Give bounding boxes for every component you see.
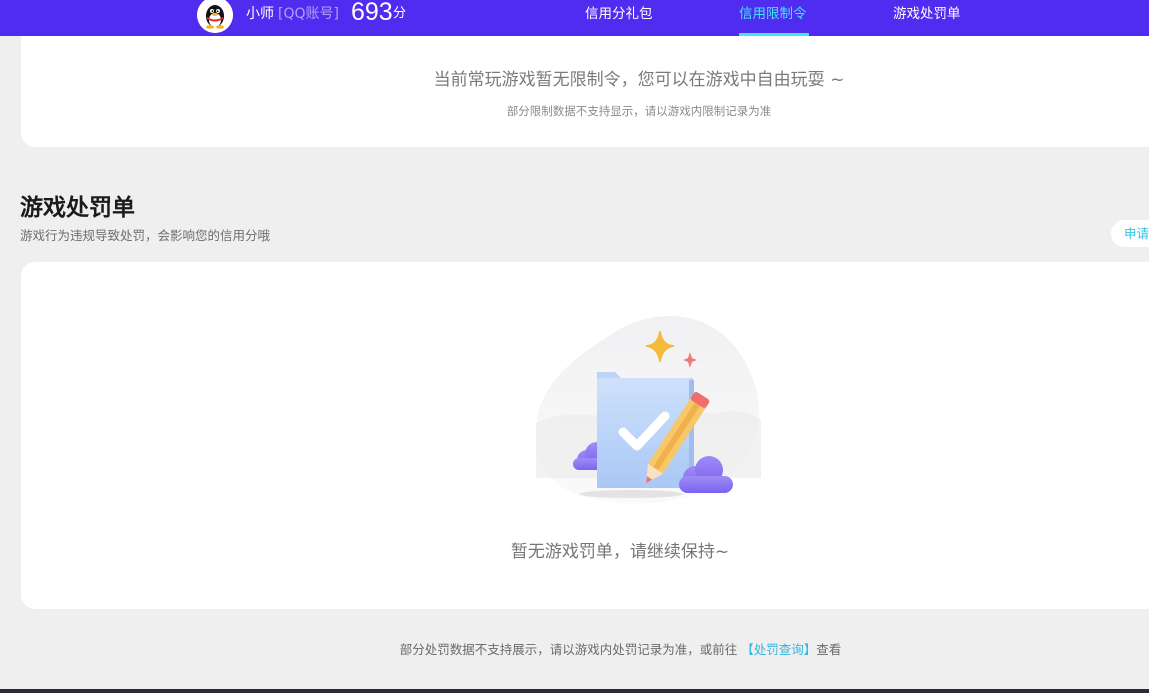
ground-shadow <box>579 490 683 498</box>
restriction-card: 当前常玩游戏暂无限制令，您可以在游戏中自由玩耍 ~ 部分限制数据不支持显示，请以… <box>21 20 1149 147</box>
qq-penguin-icon <box>197 0 233 33</box>
account-type: [QQ账号] <box>278 6 339 22</box>
bottom-bar <box>0 689 1149 693</box>
user-name-text: 小师 <box>246 6 274 22</box>
restriction-note: 部分限制数据不支持显示，请以游戏内限制记录为准 <box>506 104 772 118</box>
tab-game-penalty[interactable]: 游戏处罚单 <box>893 5 961 23</box>
top-navbar: 小师 [QQ账号] 693 分 信用分礼包 信用限制令 游戏处罚单 <box>0 0 1149 36</box>
restriction-message: 当前常玩游戏暂无限制令，您可以在游戏中自由玩耍 ~ <box>433 70 845 90</box>
footer-note-suffix: 查看 <box>816 642 842 657</box>
active-tab-indicator <box>739 33 809 36</box>
credit-score-value: 693 <box>351 0 393 26</box>
page: 小师 [QQ账号] 693 分 信用分礼包 信用限制令 游戏处罚单 当前常玩游戏暂… <box>0 0 1149 693</box>
section-title: 游戏处罚单 <box>20 195 135 221</box>
credit-score-unit: 分 <box>393 6 407 21</box>
footer-note-prefix: 部分处罚数据不支持展示，请以游戏内处罚记录为准，或前往 <box>399 642 738 657</box>
tab-credit-restriction[interactable]: 信用限制令 <box>739 5 807 23</box>
empty-state-illustration <box>535 315 761 504</box>
penalty-query-link[interactable]: 【处罚查询】 <box>741 642 816 657</box>
section-subtitle: 游戏行为违规导致处罚，会影响您的信用分哦 <box>20 228 271 243</box>
user-name: 小师 [QQ账号] <box>246 5 339 23</box>
apply-button[interactable]: 申请 <box>1111 220 1149 247</box>
empty-state-text: 暂无游戏罚单，请继续保持~ <box>510 542 730 562</box>
penalty-card: 暂无游戏罚单，请继续保持~ <box>21 262 1149 609</box>
tab-credit-gift[interactable]: 信用分礼包 <box>585 5 653 23</box>
footer-note: 部分处罚数据不支持展示，请以游戏内处罚记录为准，或前往 【处罚查询】查看 <box>0 642 1149 658</box>
avatar[interactable] <box>197 0 233 33</box>
